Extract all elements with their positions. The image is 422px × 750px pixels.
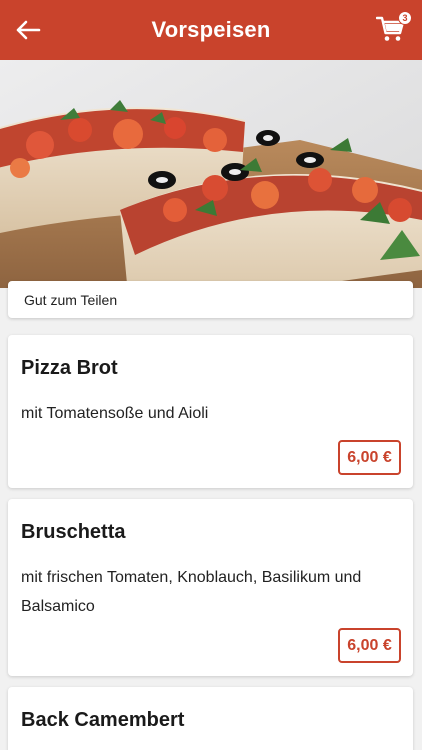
section-header: Gut zum Teilen xyxy=(8,281,413,318)
back-button[interactable] xyxy=(12,14,44,46)
arrow-left-icon xyxy=(16,20,41,40)
menu-item-description: mit frischen Tomaten, Knoblauch, Basilik… xyxy=(21,569,362,615)
menu-item-description: mit Tomatensoße und Aioli xyxy=(21,405,209,422)
menu-item-name: Bruschetta xyxy=(21,521,126,543)
price-button[interactable]: 6,00 € xyxy=(338,628,401,663)
price-button[interactable]: 6,00 € xyxy=(338,440,401,475)
menu-item-card[interactable]: Back Camembert xyxy=(8,687,413,750)
cart-count-badge: 3 xyxy=(398,11,412,25)
menu-item-card[interactable]: Pizza Brot mit Tomatensoße und Aioli 6,0… xyxy=(8,335,413,488)
menu-item-name: Back Camembert xyxy=(21,709,185,731)
section-label: Gut zum Teilen xyxy=(24,291,118,308)
page-title: Vorspeisen xyxy=(151,17,271,42)
menu-item-name: Pizza Brot xyxy=(21,357,118,379)
hero-image xyxy=(0,60,422,288)
cart-button[interactable]: 3 xyxy=(375,11,412,46)
menu-item-card[interactable]: Bruschetta mit frischen Tomaten, Knoblau… xyxy=(8,499,413,676)
app-header: Vorspeisen 3 xyxy=(0,0,422,60)
